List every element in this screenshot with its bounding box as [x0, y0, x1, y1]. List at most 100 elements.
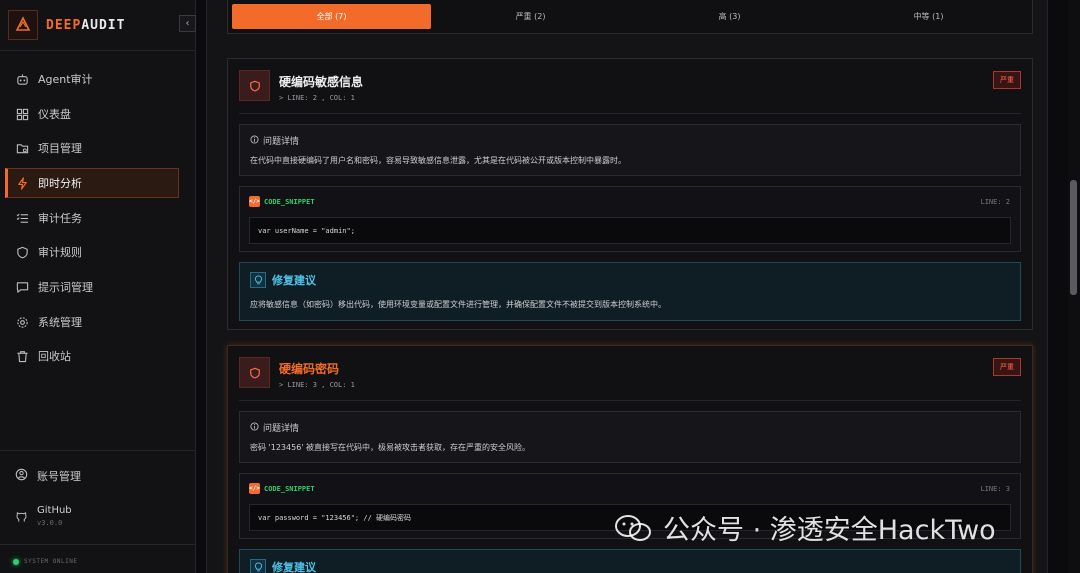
- brand[interactable]: DEEPAUDIT: [8, 8, 188, 42]
- folder-icon: [15, 141, 29, 155]
- fix-suggestion-box: 修复建议 应将敏感信息（如密码）移出代码，使用环境变量或配置文件进行管理，并确保…: [239, 262, 1021, 321]
- github-icon: [15, 508, 28, 527]
- issue-location: > LINE: 2 , COL: 1: [279, 94, 355, 102]
- fix-suggestion-text: 应将敏感信息（如密码）移出代码，使用环境变量或配置文件进行管理，并确保配置文件不…: [250, 300, 666, 309]
- issue-detail-label: 问题详情: [263, 424, 300, 434]
- fix-suggestion-label: 修复建议: [272, 274, 316, 287]
- divider: [0, 450, 196, 451]
- severity-badge: 严重: [993, 358, 1021, 376]
- dashboard-icon: [15, 107, 29, 121]
- chevron-left-icon: ‹: [185, 18, 190, 29]
- task-list-icon: [15, 211, 29, 225]
- github-link[interactable]: GitHub v3.0.0: [15, 505, 72, 527]
- issue-location-text: LINE: 2 , COL: 1: [287, 94, 355, 102]
- issue-title: 硬编码敏感信息: [279, 75, 364, 89]
- info-icon: [250, 134, 259, 147]
- shield-icon: [239, 70, 270, 101]
- tab-critical[interactable]: 严重 (2): [431, 4, 630, 29]
- code-line-number: LINE: 3: [980, 485, 1010, 493]
- sidebar-item-projects[interactable]: 项目管理: [5, 133, 179, 163]
- status-text: SYSTEM ONLINE: [24, 558, 78, 565]
- bot-icon: [15, 72, 29, 86]
- code-line-number: LINE: 2: [980, 198, 1010, 206]
- scrollbar-thumb[interactable]: [1070, 180, 1077, 295]
- issue-card: 硬编码敏感信息 > LINE: 2 , COL: 1 严重 问题详情 在代码中直…: [227, 58, 1033, 330]
- severity-filter-tabs: 全部 (7) 严重 (2) 高 (3) 中等 (1): [227, 0, 1033, 34]
- lightbulb-icon: [250, 272, 266, 288]
- fix-suggestion-box: 修复建议: [239, 549, 1021, 573]
- system-status: SYSTEM ONLINE: [13, 558, 77, 565]
- code-snippet-label: CODE_SNIPPET: [264, 197, 315, 206]
- sidebar-item-label: 项目管理: [38, 142, 82, 155]
- code-snippet-header: </> CODE_SNIPPET: [249, 196, 315, 207]
- github-title: GitHub: [37, 505, 72, 516]
- app-version: v3.0.0: [37, 519, 63, 527]
- sidebar-item-label: 系统管理: [38, 316, 82, 329]
- sidebar-item-prompts[interactable]: 提示词管理: [5, 272, 179, 302]
- main-panel: 全部 (7) 严重 (2) 高 (3) 中等 (1) 硬编码敏感信息 > LIN…: [206, 0, 1048, 573]
- chat-icon: [15, 280, 29, 294]
- brand-name: DEEPAUDIT: [46, 18, 125, 33]
- watermark-text: 公众号 · 渗透安全HackTwo: [663, 515, 996, 546]
- issue-location-text: LINE: 3 , COL: 1: [287, 381, 355, 389]
- issue-title: 硬编码密码: [279, 362, 340, 376]
- sidebar-item-label: 审计任务: [38, 212, 82, 225]
- sidebar-item-system[interactable]: 系统管理: [5, 307, 179, 337]
- code-snippet[interactable]: var userName = "admin";: [249, 217, 1011, 244]
- issue-detail-text: 密码 '123456' 被直接写在代码中，极易被攻击者获取，存在严重的安全风险。: [250, 443, 531, 452]
- sidebar-item-recycle-bin[interactable]: 回收站: [5, 341, 179, 371]
- divider: [239, 113, 1021, 114]
- bolt-icon: [15, 176, 29, 190]
- gear-icon: [15, 315, 29, 329]
- sidebar-item-audit-tasks[interactable]: 审计任务: [5, 203, 179, 233]
- tab-all[interactable]: 全部 (7): [232, 4, 431, 29]
- sidebar-item-label: 仪表盘: [38, 108, 71, 121]
- sidebar: DEEPAUDIT ‹ Agent审计 仪表盘 项目管理 即时分析 审计任务 审…: [0, 0, 196, 573]
- sidebar-item-label: 回收站: [38, 350, 71, 363]
- issue-detail-text: 在代码中直接硬编码了用户名和密码，容易导致敏感信息泄露，尤其是在代码被公开或版本…: [250, 156, 626, 165]
- sidebar-item-label: 即时分析: [38, 177, 82, 190]
- info-icon: [250, 421, 259, 434]
- brand-logo-icon: [8, 10, 38, 40]
- fix-suggestion-header: 修复建议: [250, 559, 316, 573]
- sidebar-item-instant-analysis[interactable]: 即时分析: [5, 168, 179, 198]
- wechat-icon: [615, 514, 651, 541]
- sidebar-item-label: 提示词管理: [38, 281, 93, 294]
- lightbulb-icon: [250, 559, 266, 573]
- shield-icon: [239, 357, 270, 388]
- tab-medium[interactable]: 中等 (1): [829, 4, 1028, 29]
- sidebar-item-label: 审计规则: [38, 246, 82, 259]
- brand-name-part1: DEEP: [46, 17, 82, 33]
- tab-high[interactable]: 高 (3): [630, 4, 829, 29]
- sidebar-item-audit-rules[interactable]: 审计规则: [5, 237, 179, 267]
- code-snippet-label: CODE_SNIPPET: [264, 484, 315, 493]
- sidebar-item-dashboard[interactable]: 仪表盘: [5, 99, 179, 129]
- sidebar-item-agent-audit[interactable]: Agent审计: [5, 64, 179, 94]
- trash-icon: [15, 349, 29, 363]
- sidebar-item-label: Agent审计: [38, 73, 93, 86]
- issue-detail-header: 问题详情: [250, 421, 299, 434]
- user-icon: [15, 468, 28, 484]
- shield-icon: [15, 245, 29, 259]
- severity-badge: 严重: [993, 71, 1021, 89]
- divider: [0, 544, 196, 545]
- code-snippet-header: </> CODE_SNIPPET: [249, 483, 315, 494]
- issue-detail-box: 问题详情 在代码中直接硬编码了用户名和密码，容易导致敏感信息泄露，尤其是在代码被…: [239, 124, 1021, 176]
- issue-location: > LINE: 3 , COL: 1: [279, 381, 355, 389]
- divider: [0, 50, 196, 51]
- issue-detail-box: 问题详情 密码 '123456' 被直接写在代码中，极易被攻击者获取，存在严重的…: [239, 411, 1021, 463]
- issue-detail-label: 问题详情: [263, 137, 300, 147]
- collapse-sidebar-button[interactable]: ‹: [179, 15, 196, 32]
- issue-detail-header: 问题详情: [250, 134, 299, 147]
- fix-suggestion-label: 修复建议: [272, 561, 316, 573]
- watermark: 公众号 · 渗透安全HackTwo: [613, 508, 996, 547]
- brand-name-part2: AUDIT: [81, 17, 126, 33]
- divider: [239, 400, 1021, 401]
- code-snippet-box: </> CODE_SNIPPET LINE: 2 var userName = …: [239, 186, 1021, 252]
- status-dot-icon: [13, 558, 19, 565]
- code-icon: </>: [249, 196, 260, 207]
- account-management-link[interactable]: 账号管理: [15, 468, 81, 484]
- account-label: 账号管理: [37, 470, 81, 483]
- fix-suggestion-header: 修复建议: [250, 272, 316, 288]
- code-icon: </>: [249, 483, 260, 494]
